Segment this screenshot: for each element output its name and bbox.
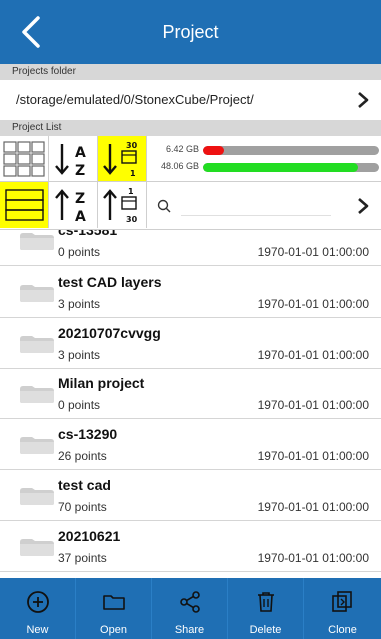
search-icon [157, 199, 171, 213]
project-name: test cad [58, 477, 111, 493]
project-list-toolbar: A Z 30 1 Z A 1 30 6.42 GB 48.06 GB [0, 136, 381, 230]
project-list-item[interactable]: cs-13581 0 points 1970-01-01 01:00:00 [0, 230, 381, 266]
project-date: 1970-01-01 01:00:00 [257, 500, 369, 514]
storage-free-label: 48.06 GB [160, 161, 199, 171]
share-button-label: Share [174, 624, 205, 636]
svg-text:1: 1 [130, 169, 136, 178]
page-title: Project [162, 22, 219, 42]
share-icon [180, 591, 200, 613]
svg-text:30: 30 [126, 141, 138, 150]
project-list-item[interactable]: 20210621 37 points 1970-01-01 01:00:00 [0, 522, 381, 572]
project-point-count: 0 points [58, 398, 101, 412]
storage-used-bar [203, 146, 379, 155]
project-list-item[interactable]: Milan project 0 points 1970-01-01 01:00:00 [0, 369, 381, 419]
svg-text:Z: Z [75, 163, 85, 179]
storage-usage: 6.42 GB 48.06 GB [147, 136, 381, 182]
clone-button[interactable]: Clone [304, 578, 381, 639]
project-list: cs-13581 0 points 1970-01-01 01:00:00 test … [0, 230, 381, 578]
project-date: 1970-01-01 01:00:00 [257, 297, 369, 311]
project-list-label: Project List [0, 120, 381, 136]
project-list-item[interactable]: cs-13290 26 points 1970-01-01 01:00:00 [0, 420, 381, 470]
plus-circle-icon [27, 591, 49, 613]
folder-icon [20, 437, 54, 454]
project-name: cs-13290 [58, 426, 118, 442]
chevron-right-icon [358, 92, 369, 108]
new-button-label: New [26, 624, 49, 636]
open-button[interactable]: Open [76, 578, 152, 639]
clone-icon [332, 591, 352, 612]
project-point-count: 37 points [58, 551, 107, 565]
project-name: cs-13581 [58, 230, 118, 238]
storage-free-bar [203, 163, 379, 172]
chevron-right-icon [358, 198, 369, 214]
project-list-item[interactable]: test cad 70 points 1970-01-01 01:00:00 [0, 471, 381, 521]
sort-date-asc-button[interactable]: 1 30 [98, 182, 147, 228]
svg-text:30: 30 [126, 215, 138, 224]
project-point-count: 26 points [58, 449, 107, 463]
new-button[interactable]: New [0, 578, 76, 639]
list-view-button[interactable] [0, 182, 49, 228]
project-date: 1970-01-01 01:00:00 [257, 551, 369, 565]
folder-icon [20, 336, 54, 353]
svg-text:A: A [75, 209, 86, 225]
project-list-item[interactable]: test CAD layers 3 points 1970-01-01 01:00:… [0, 268, 381, 318]
folder-icon [20, 488, 54, 505]
svg-text:1: 1 [128, 187, 134, 196]
project-search[interactable] [147, 182, 381, 230]
project-date: 1970-01-01 01:00:00 [257, 348, 369, 362]
project-name: 20210707cvvgg [58, 325, 161, 341]
sort-za-icon: Z A [55, 189, 86, 225]
project-point-count: 3 points [58, 348, 101, 362]
share-button[interactable]: Share [152, 578, 228, 639]
bottom-action-bar: New Open Share Delete Clone [0, 578, 381, 639]
folder-icon [20, 539, 54, 556]
grid-view-button[interactable] [0, 136, 49, 182]
sort-name-az-button[interactable]: A Z [49, 136, 98, 182]
storage-free-fill [203, 163, 358, 172]
projects-folder-path-row[interactable]: /storage/emulated/0/StonexCube/Project/ [0, 82, 381, 118]
storage-used-label: 6.42 GB [165, 144, 199, 154]
project-point-count: 3 points [58, 297, 101, 311]
delete-button[interactable]: Delete [228, 578, 304, 639]
storage-used-fill [203, 146, 225, 155]
delete-button-label: Delete [249, 624, 282, 636]
sort-date-desc-button[interactable]: 30 1 [98, 136, 147, 182]
sort-date-desc-icon: 30 1 [103, 141, 138, 178]
folder-icon [103, 595, 125, 610]
project-point-count: 70 points [58, 500, 107, 514]
search-input-underline [181, 215, 331, 216]
project-name: Milan project [58, 375, 145, 391]
projects-folder-path: /storage/emulated/0/StonexCube/Project/ [16, 92, 254, 107]
svg-text:Z: Z [75, 191, 85, 207]
clone-button-label: Clone [328, 624, 357, 636]
sort-date-asc-icon: 1 30 [103, 187, 138, 224]
trash-icon [258, 592, 274, 612]
sort-az-icon: A Z [55, 144, 86, 179]
project-date: 1970-01-01 01:00:00 [257, 449, 369, 463]
svg-text:A: A [75, 145, 86, 161]
project-name: test CAD layers [58, 274, 162, 290]
grid-view-icon [3, 141, 45, 177]
project-date: 1970-01-01 01:00:00 [257, 245, 369, 259]
folder-icon [20, 285, 54, 302]
project-date: 1970-01-01 01:00:00 [257, 398, 369, 412]
projects-folder-label: Projects folder [0, 64, 381, 80]
open-button-label: Open [100, 624, 127, 636]
project-name: 20210621 [58, 528, 121, 544]
project-list-item[interactable]: 20210707cvvgg 3 points 1970-01-01 01:00:00 [0, 319, 381, 369]
project-point-count: 0 points [58, 245, 101, 259]
folder-icon [20, 233, 54, 250]
sort-name-za-button[interactable]: Z A [49, 182, 98, 228]
app-header: Project [0, 0, 381, 64]
list-view-icon [5, 189, 44, 221]
folder-icon [20, 386, 54, 403]
